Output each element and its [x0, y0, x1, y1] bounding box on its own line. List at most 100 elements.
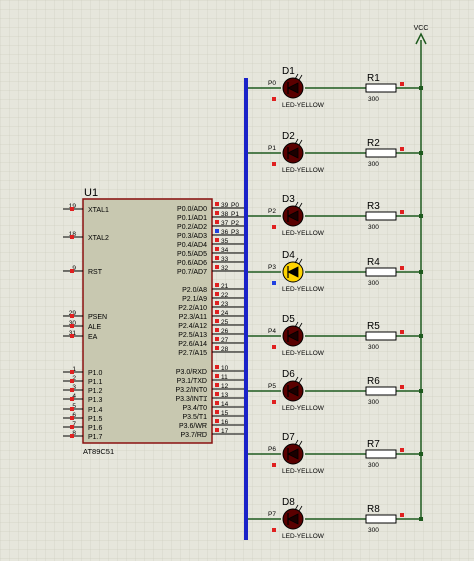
resistor-value-label: 300: [368, 527, 379, 534]
resistor-value-label: 300: [368, 344, 379, 351]
pin-name: P3.1/TXD: [177, 378, 207, 385]
net-label: P2: [231, 220, 239, 227]
junction-dot: [419, 334, 423, 338]
junction-dot: [419, 452, 423, 456]
led-type-label: LED-YELLOW: [282, 167, 325, 174]
resistor-body-icon: [365, 386, 397, 396]
led-ref-label: D2: [282, 131, 295, 142]
resistor-body-icon: [365, 83, 397, 93]
pin-name: P1.3: [88, 397, 103, 404]
pin-number: 28: [221, 346, 229, 353]
pin-state-marker: [215, 202, 219, 206]
pin-name: P2.2/A10: [178, 305, 207, 312]
pin-state-marker: [70, 379, 74, 383]
pin-name: P3.3/INT1: [175, 396, 207, 403]
pin-number: 33: [221, 256, 229, 263]
pin-name: P1.4: [88, 407, 103, 414]
resistor-value-label: 300: [368, 462, 379, 469]
led-ref-label: D3: [282, 194, 295, 205]
pin-name: P3.7/RD: [181, 432, 207, 439]
led-type-label: LED-YELLOW: [282, 230, 325, 237]
led-ref-label: D7: [282, 432, 295, 443]
net-label: P1: [231, 211, 239, 218]
junction-dot: [419, 86, 423, 90]
pin-name: P1.1: [88, 379, 103, 386]
pin-state-marker: [215, 401, 219, 405]
pin-name: P1.5: [88, 416, 103, 423]
net-label: P4: [268, 328, 276, 335]
pin-number: 15: [221, 410, 229, 417]
resistor-body-icon: [365, 514, 397, 524]
resistor-ref-label: R7: [367, 439, 380, 450]
led-type-label: LED-YELLOW: [282, 350, 325, 357]
resistor-ref-label: R6: [367, 376, 380, 387]
data-bus-bar: [244, 78, 248, 540]
resistor-body-icon: [365, 211, 397, 221]
junction-dot: [419, 270, 423, 274]
pin-state-marker: [215, 410, 219, 414]
resistor-body-icon: [365, 148, 397, 158]
led-ref-label: D4: [282, 250, 295, 261]
resistor-body-icon: [365, 267, 397, 277]
led-type-label: LED-YELLOW: [282, 468, 325, 475]
pin-number: 24: [221, 310, 229, 317]
resistor-body-icon: [365, 449, 397, 459]
pin-state-marker: [215, 256, 219, 260]
pin-state-marker: [215, 265, 219, 269]
pin-name: EA: [88, 334, 98, 341]
pin-name: PSEN: [88, 314, 107, 321]
resistor-value-label: 300: [368, 399, 379, 406]
pin-number: 32: [221, 265, 229, 272]
net-state-marker: [272, 345, 276, 349]
net-label: P0: [231, 202, 239, 209]
net-label: P0: [268, 80, 276, 87]
resistor-state-marker: [400, 210, 404, 214]
pin-state-marker: [215, 220, 219, 224]
pin-number: 10: [221, 365, 229, 372]
pin-name: P1.7: [88, 434, 103, 441]
pin-state-marker: [70, 407, 74, 411]
resistor-state-marker: [400, 266, 404, 270]
resistor-state-marker: [400, 330, 404, 334]
pin-state-marker: [215, 310, 219, 314]
pin-state-marker: [70, 314, 74, 318]
pin-number: 13: [221, 392, 229, 399]
pin-name: P0.6/AD6: [177, 260, 207, 267]
resistor-state-marker: [400, 513, 404, 517]
resistor-value-label: 300: [368, 224, 379, 231]
pin-state-marker: [70, 425, 74, 429]
schematic-canvas[interactable]: U1AT89C5119XTAL118XTAL29RST29PSEN30ALE31…: [0, 0, 474, 561]
pin-state-marker: [215, 229, 219, 233]
mcu-ref-label: U1: [84, 187, 98, 199]
led-type-label: LED-YELLOW: [282, 286, 325, 293]
net-state-marker: [272, 225, 276, 229]
pin-number: 26: [221, 328, 229, 335]
pin-number: 36: [221, 229, 229, 236]
pin-name: P0.5/AD5: [177, 251, 207, 258]
pin-state-marker: [215, 301, 219, 305]
pin-name: P3.0/RXD: [176, 369, 207, 376]
pin-name: P0.3/AD3: [177, 233, 207, 240]
resistor-state-marker: [400, 385, 404, 389]
led-type-label: LED-YELLOW: [282, 533, 325, 540]
resistor-ref-label: R5: [367, 321, 380, 332]
pin-state-marker: [215, 328, 219, 332]
pin-state-marker: [215, 374, 219, 378]
resistor-value-label: 300: [368, 96, 379, 103]
pin-name: P0.2/AD2: [177, 224, 207, 231]
net-label: P2: [268, 208, 276, 215]
pin-state-marker: [70, 434, 74, 438]
pin-state-marker: [70, 207, 74, 211]
pin-state-marker: [70, 416, 74, 420]
pin-state-marker: [215, 283, 219, 287]
pin-name: P3.2/INT0: [175, 387, 207, 394]
net-state-marker: [272, 97, 276, 101]
resistor-ref-label: R4: [367, 257, 380, 268]
resistor-state-marker: [400, 448, 404, 452]
pin-name: P1.0: [88, 370, 103, 377]
net-label: P6: [268, 446, 276, 453]
pin-state-marker: [215, 292, 219, 296]
led-ref-label: D1: [282, 66, 295, 77]
pin-name: XTAL2: [88, 235, 109, 242]
pin-name: P2.3/A11: [179, 314, 207, 321]
